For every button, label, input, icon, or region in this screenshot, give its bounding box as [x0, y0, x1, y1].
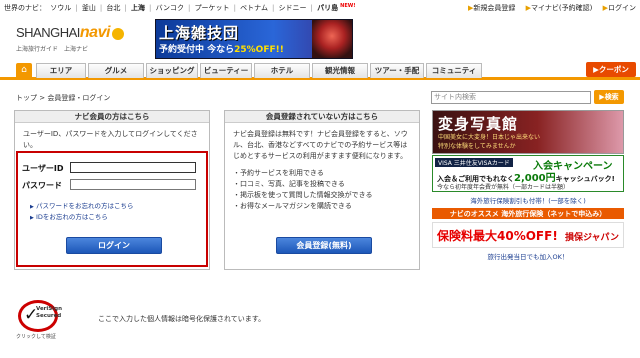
city-link-taipei[interactable]: 台北: [106, 4, 120, 12]
register-panel-title: 会員登録されていない方はこちら: [225, 111, 419, 123]
city-link-vietnam[interactable]: ベトナム: [240, 4, 268, 12]
security-note: ここで入力した個人情報は暗号化保護されています。: [98, 315, 266, 323]
visa-card-ad[interactable]: VISA 三井住友VISAカード 入会キャンペーン 入会＆ご利用でもれなく2,0…: [432, 155, 624, 192]
city-link-busan[interactable]: 釜山: [82, 4, 96, 12]
forgot-password-link[interactable]: ▶ パスワードをお忘れの方はこちら: [30, 200, 133, 210]
account-links: ▶新規会員登録 ▶マイナビ(予約確認) ▶ログイン: [460, 3, 636, 13]
verisign-seal[interactable]: ✓ VeriSign Secured クリックして検証: [16, 300, 74, 340]
breadcrumb-home[interactable]: トップ: [16, 94, 37, 102]
tab-tour[interactable]: ツアー・手配: [370, 63, 424, 78]
insurance-caption[interactable]: 海外旅行保険割引も付帯！(一部を除く): [432, 195, 624, 205]
triangle-icon: ▶: [30, 215, 34, 221]
tab-hotel[interactable]: ホテル: [254, 63, 310, 78]
city-link-seoul[interactable]: ソウル: [50, 4, 71, 12]
userid-input[interactable]: [70, 162, 196, 173]
insurance-brand: 損保ジャパン: [564, 233, 619, 243]
coupon-button[interactable]: ▶クーポン: [586, 62, 636, 77]
city-link-bali[interactable]: パリ島: [317, 4, 338, 12]
register-panel-desc: ナビ会員登録は無料です！ナビ会員登録をすると、ソウル、台北、香港などすべてのナビ…: [233, 130, 408, 160]
city-link-phuket[interactable]: プーケット: [195, 4, 230, 12]
world-navi-prefix: 世界のナビ：: [4, 4, 46, 12]
search-button[interactable]: ▶検索: [594, 90, 624, 104]
new-badge: NEW!: [340, 3, 356, 9]
city-link-sydney[interactable]: シドニー: [279, 4, 307, 12]
banner-performer-image: [312, 20, 352, 58]
register-link[interactable]: ▶新規会員登録: [468, 4, 515, 12]
tab-gourmet[interactable]: グルメ: [88, 63, 144, 78]
insurance-discount: 保険料最大40%OFF!: [437, 229, 558, 243]
house-icon[interactable]: ⌂: [16, 63, 32, 78]
world-navi-links: 世界のナビ： ソウル | 釜山 | 台北 | 上海 | バンコク | プーケット | ベトナ…: [4, 3, 356, 12]
tab-beauty[interactable]: ビューティー: [200, 63, 252, 78]
login-panel-title: ナビ会員の方はこちら: [15, 111, 209, 123]
breadcrumb: トップ > 会員登録・ログイン: [16, 94, 111, 102]
photo-ad-sub: 中国美女に大変身！日本じゃ出来ない 特別な体験をしてみませんか: [438, 134, 541, 150]
logo-subtitle: 上海旅行ガイド 上海ナビ: [16, 46, 89, 53]
city-link-bangkok[interactable]: バンコク: [156, 4, 184, 12]
verisign-click-text: クリックして検証: [16, 334, 56, 340]
benefit-item: ・掲示板を使って質問した情報交換ができる: [233, 191, 373, 199]
global-nav-bar: 世界のナビ： ソウル | 釜山 | 台北 | 上海 | バンコク | プーケット | ベトナ…: [0, 0, 640, 16]
insurance-ad[interactable]: 保険料最大40%OFF! 損保ジャパン: [432, 222, 624, 248]
login-link[interactable]: ▶ログイン: [603, 4, 636, 12]
insurance-footnote[interactable]: 旅行出発当日でも加入OK！: [432, 251, 624, 261]
photo-studio-ad[interactable]: 変身写真館 中国美女に大変身！日本じゃ出来ない 特別な体験をしてみませんか: [432, 110, 624, 154]
visa-tag: VISA 三井住友VISAカード: [435, 158, 513, 167]
tab-area[interactable]: エリア: [36, 63, 86, 78]
main-nav: ⌂ エリア グルメ ショッピング ビューティー ホテル 観光情報 ツアー・手配 …: [0, 60, 640, 80]
login-button[interactable]: ログイン: [66, 237, 162, 254]
benefit-item: ・口コミ、写真、記事を投稿できる: [233, 180, 345, 188]
site-logo[interactable]: SHANGHAInavi 上海旅行ガイド 上海ナビ: [16, 24, 136, 56]
banner-subtitle: 予約受付中 今なら25%OFF!!: [159, 45, 284, 55]
benefit-item: ・お得なメールマガジンを購読できる: [233, 202, 352, 210]
userid-label: ユーザーID: [22, 164, 64, 173]
site-search-input[interactable]: サイト内検索: [431, 91, 591, 104]
register-button[interactable]: 会員登録(無料): [276, 237, 372, 254]
acrobat-banner-ad[interactable]: 上海雑技団 予約受付中 今なら25%OFF!!: [155, 19, 353, 59]
visa-fee-note: 今なら初年度年会費が無料（一部カードは半額）: [437, 184, 570, 191]
benefit-list: ・予約サービスを利用できる ・口コミ、写真、記事を投稿できる ・掲示板を使って質…: [225, 168, 419, 218]
tab-community[interactable]: コミュニティ: [426, 63, 482, 78]
triangle-icon: ▶: [30, 204, 34, 210]
mynavi-link[interactable]: ▶マイナビ(予約確認): [526, 4, 593, 12]
tab-shopping[interactable]: ショッピング: [146, 63, 198, 78]
forgot-id-link[interactable]: ▶ IDをお忘れの方はこちら: [30, 211, 108, 221]
photo-ad-title: 変身写真館: [438, 115, 519, 133]
breadcrumb-current: 会員登録・ログイン: [47, 94, 111, 102]
benefit-item: ・予約サービスを利用できる: [233, 169, 324, 177]
banner-title: 上海雑技団: [159, 24, 240, 42]
password-input[interactable]: [70, 179, 196, 190]
logo-mark-icon: [111, 27, 124, 40]
tab-sightseeing[interactable]: 観光情報: [312, 63, 368, 78]
recommend-header: ナビのオススメ 海外旅行保険（ネットで申込み）: [432, 208, 624, 219]
password-label: パスワード: [22, 181, 62, 190]
city-link-shanghai[interactable]: 上海: [131, 4, 145, 12]
